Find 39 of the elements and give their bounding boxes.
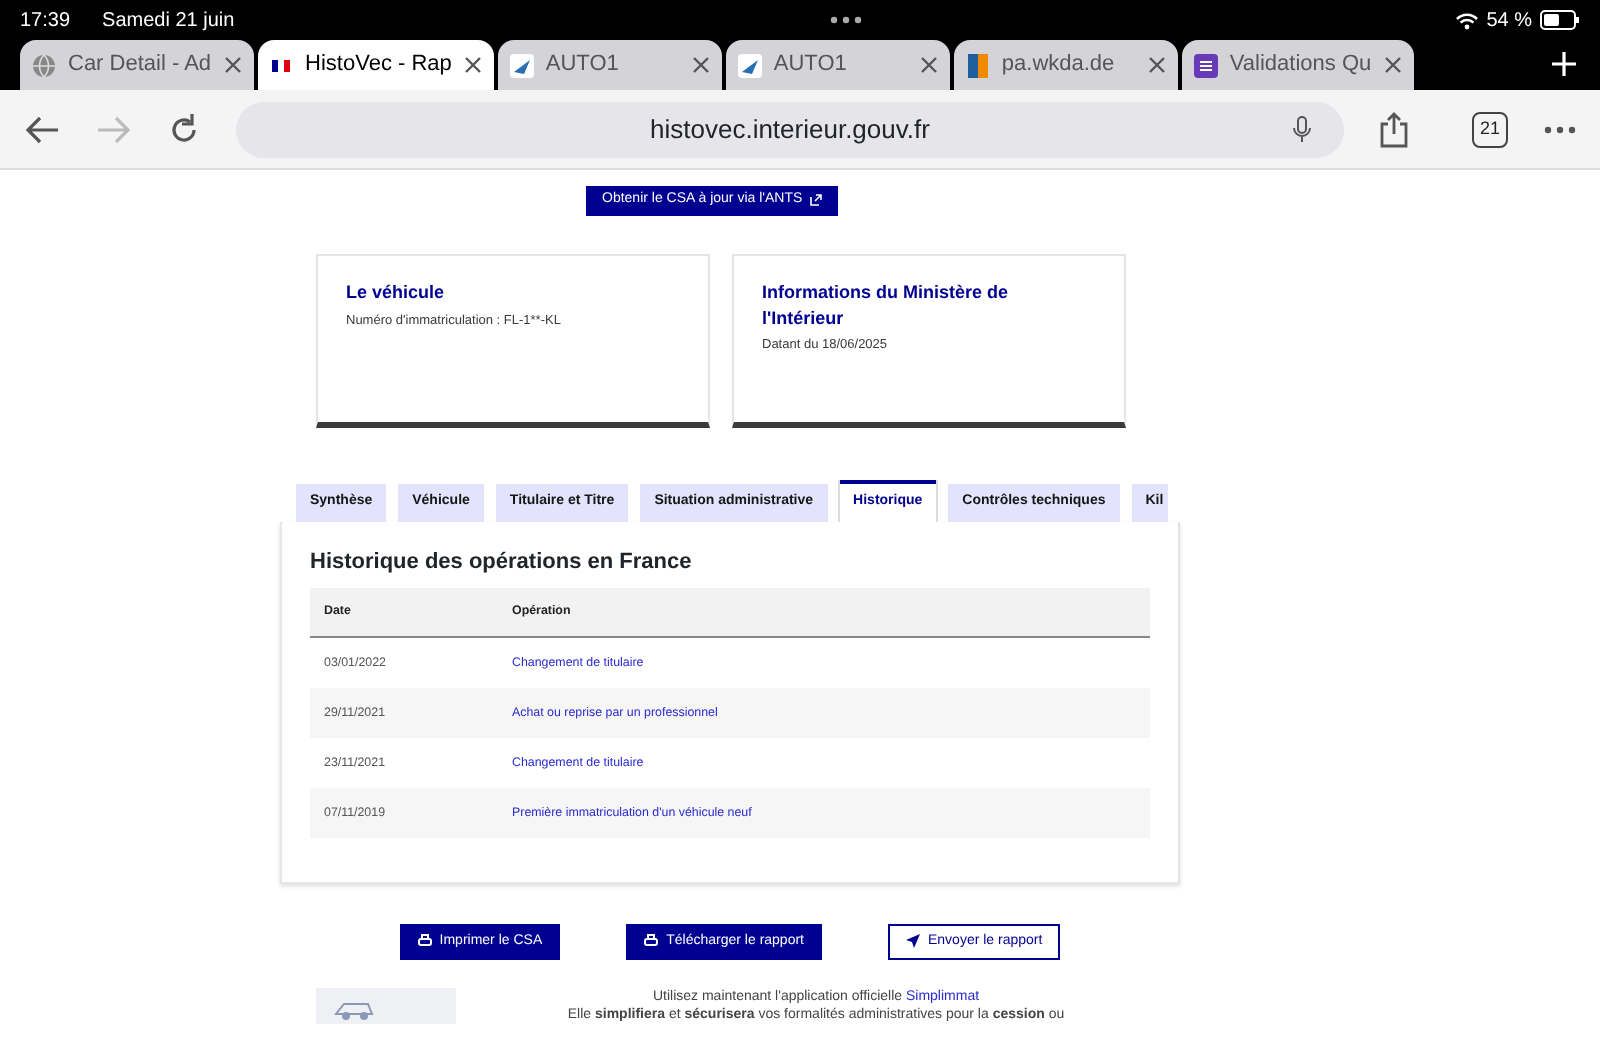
microphone-icon[interactable] <box>1292 115 1312 143</box>
external-link-icon <box>810 194 823 207</box>
card-title: Informations du Ministère de l'Intérieur <box>762 280 1011 331</box>
tab-count-button[interactable]: 21 <box>1472 111 1508 147</box>
browser-tab[interactable]: HistoVec - Rap <box>257 40 494 90</box>
browser-tab[interactable]: AUTO1 <box>497 40 722 90</box>
car-icon <box>316 988 456 1025</box>
more-icon[interactable] <box>1544 125 1576 133</box>
back-icon[interactable] <box>24 115 60 143</box>
close-icon[interactable] <box>1383 56 1402 74</box>
card-title: Le véhicule <box>346 280 447 306</box>
form-icon <box>1193 53 1218 77</box>
browser-tab[interactable]: AUTO1 <box>725 40 950 90</box>
battery-text: 54 % <box>1486 7 1532 35</box>
browser-tab[interactable]: Validations Qu <box>1181 40 1414 90</box>
browser-tab[interactable]: pa.wkda.de <box>953 40 1178 90</box>
globe-icon <box>32 53 56 77</box>
tab-logo-icon <box>509 53 534 77</box>
new-tab-icon[interactable] <box>1552 52 1576 76</box>
tab-logo-icon <box>737 53 762 77</box>
close-icon[interactable] <box>463 56 482 74</box>
battery-icon <box>1540 10 1580 30</box>
date-text: Samedi 21 juin <box>102 7 235 35</box>
address-bar[interactable]: histovec.interieur.gouv.fr <box>236 101 1344 157</box>
browser-tab[interactable]: Car Detail - Ad <box>20 40 254 90</box>
close-icon[interactable] <box>1147 56 1166 74</box>
close-icon[interactable] <box>223 56 242 74</box>
time-text: 17:39 <box>20 7 71 35</box>
send-icon <box>906 934 920 949</box>
printer-icon <box>417 934 432 949</box>
printer-icon <box>644 934 659 949</box>
close-icon[interactable] <box>691 56 710 74</box>
reload-icon[interactable] <box>168 113 200 145</box>
section-title: Historique des opérations en France <box>310 549 694 576</box>
close-icon[interactable] <box>919 56 938 74</box>
share-icon[interactable] <box>1380 111 1408 147</box>
wifi-icon <box>1456 11 1479 29</box>
tab-logo-icon <box>965 53 990 77</box>
dots-icon <box>829 16 862 24</box>
